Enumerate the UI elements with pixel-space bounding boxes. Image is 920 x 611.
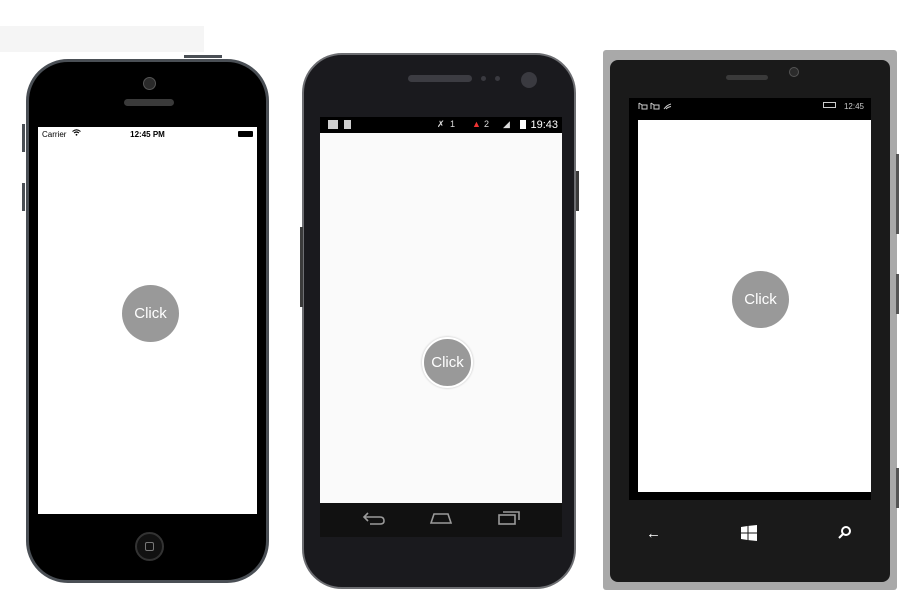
ios-status-bar: Carrier 12:45 PM [38,127,257,141]
iphone-frame: Carrier 12:45 PM Click [22,55,269,583]
android-power-button [576,171,579,211]
android-screen: ✗ 1 ▲ 2 ◢ 19:43 Click [320,117,562,535]
wp-volume-button [896,154,899,234]
android-nav-bar [320,503,562,537]
sd-card-icon [344,120,351,129]
wp-screen: 12:45 Click [629,98,871,500]
home-icon[interactable] [429,511,453,530]
search-icon[interactable] [838,525,852,543]
android-volume-button [300,227,303,307]
signal-icons [638,101,674,112]
home-button[interactable] [135,532,164,561]
mute-icon: ✗ [437,119,445,129]
earpiece-speaker [408,75,472,82]
back-icon[interactable]: ← [646,525,661,542]
top-strip [0,26,204,52]
iphone-volume-button [22,183,25,211]
alert-icon: ▲ [472,119,481,129]
front-camera [521,72,537,88]
battery-icon [238,131,253,137]
android-frame: ✗ 1 ▲ 2 ◢ 19:43 Click [300,53,579,589]
front-camera [143,77,156,90]
ios-clock: 12:45 PM [130,130,165,139]
android-status-bar: ✗ 1 ▲ 2 ◢ 19:43 [320,117,562,133]
wp-body: 12:45 Click ← [610,60,890,582]
ios-click-button[interactable]: Click [122,285,179,342]
back-icon[interactable] [362,511,386,530]
battery-icon [520,120,526,129]
sim1-count: 1 [450,119,456,129]
wp-click-button[interactable]: Click [732,271,789,328]
wp-status-bar: 12:45 [629,98,871,116]
earpiece-speaker [124,99,174,106]
windows-phone-frame: 12:45 Click ← [603,50,899,590]
android-clock: 19:43 [530,119,558,131]
battery-icon [823,102,836,108]
front-camera [789,67,799,77]
ios-screen: Carrier 12:45 PM Click [38,127,257,514]
wp-page: Click [638,120,871,492]
proximity-sensor [481,76,486,81]
windows-start-icon[interactable] [741,525,757,545]
light-sensor [495,76,500,81]
wp-camera-button [896,468,899,508]
iphone-power-button [184,55,222,58]
wp-clock: 12:45 [843,102,864,111]
recent-apps-icon[interactable] [497,511,521,530]
image-notification-icon [328,120,338,129]
earpiece-speaker [726,75,768,80]
sim2-count: 2 [484,119,490,129]
signal-icon: ◢ [503,119,510,129]
iphone-mute-switch [22,124,25,152]
wp-power-button [896,274,899,314]
home-square-icon [145,542,154,551]
android-click-button[interactable]: Click [422,337,473,388]
